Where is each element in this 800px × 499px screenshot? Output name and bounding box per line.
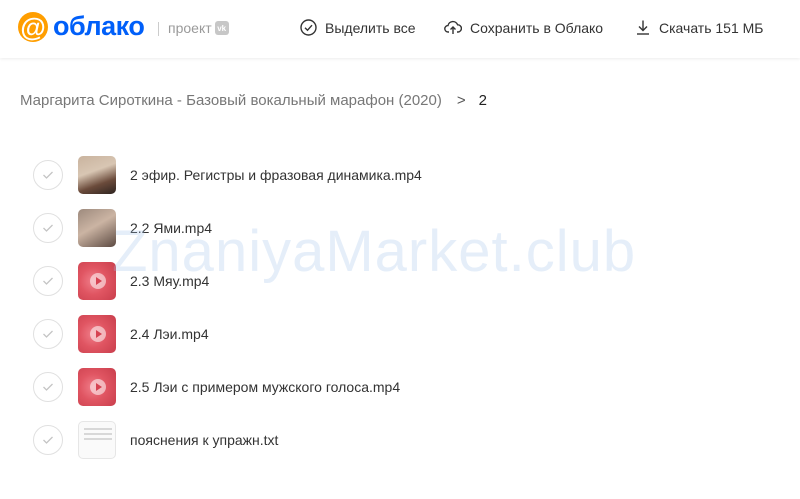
file-row[interactable]: 2.2 Ями.mp4 [0,201,800,254]
file-row[interactable]: 2.3 Мяу.mp4 [0,254,800,307]
file-name[interactable]: 2 эфир. Регистры и фразовая динамика.mp4 [130,167,422,183]
checkmark-icon [43,330,53,338]
vk-icon: vk [214,21,229,35]
video-thumbnail[interactable] [78,261,116,300]
file-row[interactable]: 2.4 Лэи.mp4 [0,307,800,360]
cloud-logo[interactable]: @ облако [18,11,145,42]
checkmark-icon [43,277,53,285]
save-to-cloud-button[interactable]: Сохранить в Облако [444,19,603,36]
top-header: @ облако проект vk Выделить все Сохранит… [0,0,800,58]
file-name[interactable]: 2.3 Мяу.mp4 [130,273,209,289]
save-to-cloud-label: Сохранить в Облако [470,19,604,36]
video-thumbnail[interactable] [78,314,116,353]
checkmark-icon [43,224,53,232]
select-checkbox[interactable] [33,424,63,455]
file-name[interactable]: 2.4 Лэи.mp4 [130,326,209,342]
video-thumbnail[interactable] [78,208,116,247]
select-checkbox[interactable] [33,265,63,296]
check-circle-icon [300,19,317,36]
file-row[interactable]: пояснения к упражн.txt [0,413,800,466]
file-list: 2 эфир. Регистры и фразовая динамика.mp4… [0,148,800,466]
download-button[interactable]: Скачать 151 МБ [635,19,764,36]
play-icon [90,378,106,395]
project-vk-link[interactable]: проект vk [168,20,229,36]
breadcrumb: Маргарита Сироткина - Базовый вокальный … [20,92,487,109]
text-lines-icon [84,427,112,443]
file-row[interactable]: 2 эфир. Регистры и фразовая динамика.mp4 [0,148,800,201]
file-name[interactable]: 2.5 Лэи с примером мужского голоса.mp4 [130,379,400,395]
text-file-thumbnail[interactable] [78,420,116,459]
select-all-label: Выделить все [325,19,416,36]
logo-text: облако [53,11,145,41]
select-checkbox[interactable] [33,318,63,349]
breadcrumb-current-folder: 2 [478,92,487,109]
file-name[interactable]: 2.2 Ями.mp4 [130,220,212,236]
at-logo-icon: @ [18,11,48,42]
file-row[interactable]: 2.5 Лэи с примером мужского голоса.mp4 [0,360,800,413]
breadcrumb-parent-folder[interactable]: Маргарита Сироткина - Базовый вокальный … [20,92,442,109]
checkmark-icon [43,171,53,179]
select-checkbox[interactable] [33,159,63,190]
checkmark-icon [43,383,53,391]
checkmark-icon [43,436,53,444]
video-thumbnail[interactable] [78,155,116,194]
play-icon [90,272,106,289]
file-name[interactable]: пояснения к упражн.txt [130,432,278,448]
cloud-upload-icon [444,20,462,34]
download-label: Скачать 151 МБ [659,19,764,36]
video-thumbnail[interactable] [78,367,116,406]
project-label: проект [168,20,212,36]
play-icon [90,325,106,342]
chevron-right-icon: > [456,92,466,109]
download-icon [637,20,649,35]
select-checkbox[interactable] [33,212,63,243]
select-all-button[interactable]: Выделить все [300,19,416,36]
brand-divider [158,22,159,36]
select-checkbox[interactable] [33,371,63,402]
